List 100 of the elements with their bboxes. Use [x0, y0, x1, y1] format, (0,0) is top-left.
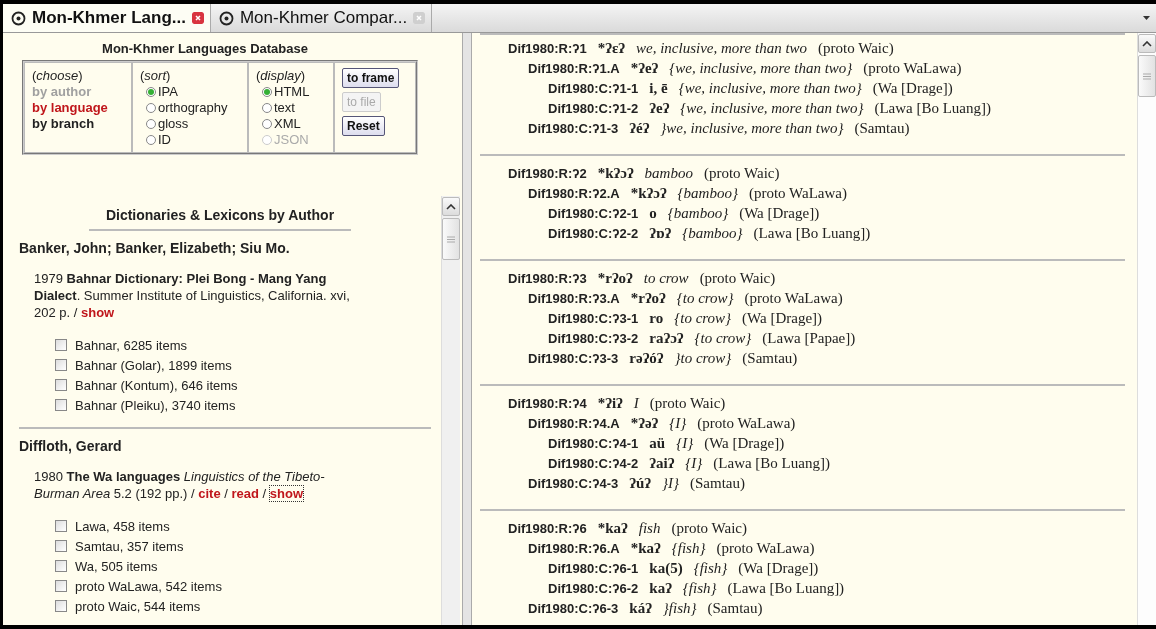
radio-button[interactable]	[262, 103, 272, 113]
checkbox[interactable]	[55, 399, 67, 411]
citation: 1980 The Wa languages Linguistics of the Tibeto-Burman Area 5.2 (192 pp.) / cite / read / show	[34, 468, 326, 502]
gloss: {to crow}	[676, 290, 734, 307]
gloss: {to crow}	[674, 310, 732, 327]
language-source: (proto WaLawa)	[744, 290, 843, 307]
entry-id: Dif1980:C:ʔ1-1	[548, 81, 639, 96]
word-form: *ʔəʔ	[630, 415, 659, 432]
word-form: *kaʔ	[597, 520, 628, 537]
radio-button[interactable]	[146, 135, 156, 145]
lexicon-label: proto Waic, 544 items	[75, 598, 201, 614]
form-button[interactable]: to frame	[342, 68, 400, 88]
radio-label: HTML	[274, 84, 310, 100]
gloss: to crow	[643, 270, 689, 287]
radio-button[interactable]	[262, 87, 272, 97]
entry-id: Dif1980:R:ʔ6	[508, 521, 587, 536]
form-button[interactable]: Reset	[342, 116, 385, 136]
gloss: bamboo	[644, 165, 693, 182]
gloss: {we, inclusive, more than two}	[678, 80, 862, 97]
entry-id: Dif1980:R:ʔ4	[508, 396, 587, 411]
language-source: (Lawa [Papae])	[762, 330, 856, 347]
word-form: *kʔɔʔ	[597, 165, 634, 182]
language-source: (proto Waic)	[818, 40, 894, 57]
radio-label: orthography	[158, 100, 228, 116]
entry-id: Dif1980:C:ʔ4-1	[548, 436, 639, 451]
checkbox[interactable]	[55, 580, 67, 592]
scrollbar[interactable]	[1137, 33, 1156, 625]
language-source: (proto WaLawa)	[863, 60, 962, 77]
language-source: (Samtau)	[707, 600, 763, 617]
radio-label: text	[274, 100, 295, 116]
gloss: {I}	[669, 415, 687, 432]
checkbox[interactable]	[55, 339, 67, 351]
lexicon-label: Bahnar (Pleiku), 3740 items	[75, 397, 236, 413]
word-form: ʔɒʔ	[649, 225, 672, 242]
radio-label: JSON	[274, 132, 309, 148]
citation-link[interactable]: show	[81, 305, 115, 320]
word-form: *ʔiʔ	[597, 395, 623, 412]
checkbox[interactable]	[55, 600, 67, 612]
tab[interactable]: Mon-Khmer Lang...	[3, 4, 211, 32]
citation: 1979 Bahnar Dictionary: Plei Bong - Mang Yang Dialect. Summer Institute of Linguistics, California. xvi, 202 p. / show	[34, 270, 351, 321]
word-form: ʔúʔ	[629, 475, 651, 492]
word-form: ro	[649, 310, 664, 327]
radio-label: ID	[158, 132, 171, 148]
gloss: I	[633, 395, 639, 412]
word-form: *kaʔ	[630, 540, 661, 557]
lexicon-label: Bahnar (Golar), 1899 items	[75, 357, 232, 373]
scrollbar[interactable]	[441, 196, 460, 625]
gloss: {bamboo}	[682, 225, 743, 242]
language-source: (Wa [Drage])	[704, 435, 785, 452]
choose-link[interactable]: by language	[32, 100, 124, 116]
dropdown-icon[interactable]	[1142, 16, 1150, 20]
checkbox[interactable]	[55, 520, 67, 532]
word-form: kaʔ	[649, 580, 672, 597]
language-source: (Wa [Drage])	[872, 80, 953, 97]
target-icon	[11, 10, 26, 26]
citation-link[interactable]: cite	[198, 486, 221, 501]
column-heading: (sort)	[140, 68, 172, 84]
entry-id: Dif1980:R:ʔ6.A	[528, 541, 620, 556]
radio-button[interactable]	[262, 119, 272, 129]
close-icon[interactable]	[191, 12, 204, 24]
checkbox[interactable]	[55, 359, 67, 371]
word-form: i, ē	[649, 80, 668, 97]
checkbox[interactable]	[55, 540, 67, 552]
citation-link[interactable]: show	[269, 486, 304, 501]
word-form: *ʔɛʔ	[597, 40, 625, 57]
tab[interactable]: Mon-Khmer Compar...	[210, 4, 433, 32]
entry-id: Dif1980:C:ʔ6-1	[548, 561, 639, 576]
language-source: (proto WaLawa)	[716, 540, 815, 557]
choose-link[interactable]: by branch	[32, 116, 124, 132]
lexicon-label: Bahnar (Kontum), 646 items	[75, 377, 238, 393]
language-source: (Samtau)	[854, 120, 910, 137]
gloss: }fish}	[662, 600, 697, 617]
entry-id: Dif1980:C:ʔ1-3	[528, 121, 619, 136]
gloss: we, inclusive, more than two	[636, 40, 808, 57]
gloss: {to crow}	[694, 330, 752, 347]
entry-id: Dif1980:C:ʔ6-2	[548, 581, 639, 596]
radio-button[interactable]	[146, 119, 156, 129]
radio-button[interactable]	[146, 87, 156, 97]
word-form: raʔɔʔ	[649, 330, 684, 347]
radio-button[interactable]	[146, 103, 156, 113]
entry-id: Dif1980:C:ʔ4-2	[548, 456, 639, 471]
author-name: Banker, John; Banker, Elizabeth; Siu Mo.	[19, 240, 291, 256]
entry-id: Dif1980:C:ʔ2-2	[548, 226, 639, 241]
entry-id: Dif1980:R:ʔ2.A	[528, 186, 620, 201]
entry-id: Dif1980:C:ʔ3-3	[528, 351, 619, 366]
citation-link[interactable]: read	[231, 486, 259, 501]
gloss: {fish}	[682, 580, 717, 597]
word-form: *ʔeʔ	[630, 60, 659, 77]
language-source: (Wa [Drage])	[738, 560, 819, 577]
gloss: {we, inclusive, more than two}	[680, 100, 864, 117]
checkbox[interactable]	[55, 379, 67, 391]
checkbox[interactable]	[55, 560, 67, 572]
gloss: }to crow}	[674, 350, 732, 367]
entry-id: Dif1980:R:ʔ4.A	[528, 416, 620, 431]
target-icon	[218, 10, 234, 26]
word-form: o	[649, 205, 657, 222]
language-source: (Lawa [Bo Luang])	[753, 225, 871, 242]
language-source: (proto Waic)	[649, 395, 726, 412]
radio-label: IPA	[158, 84, 178, 100]
gloss: fish	[638, 520, 661, 537]
